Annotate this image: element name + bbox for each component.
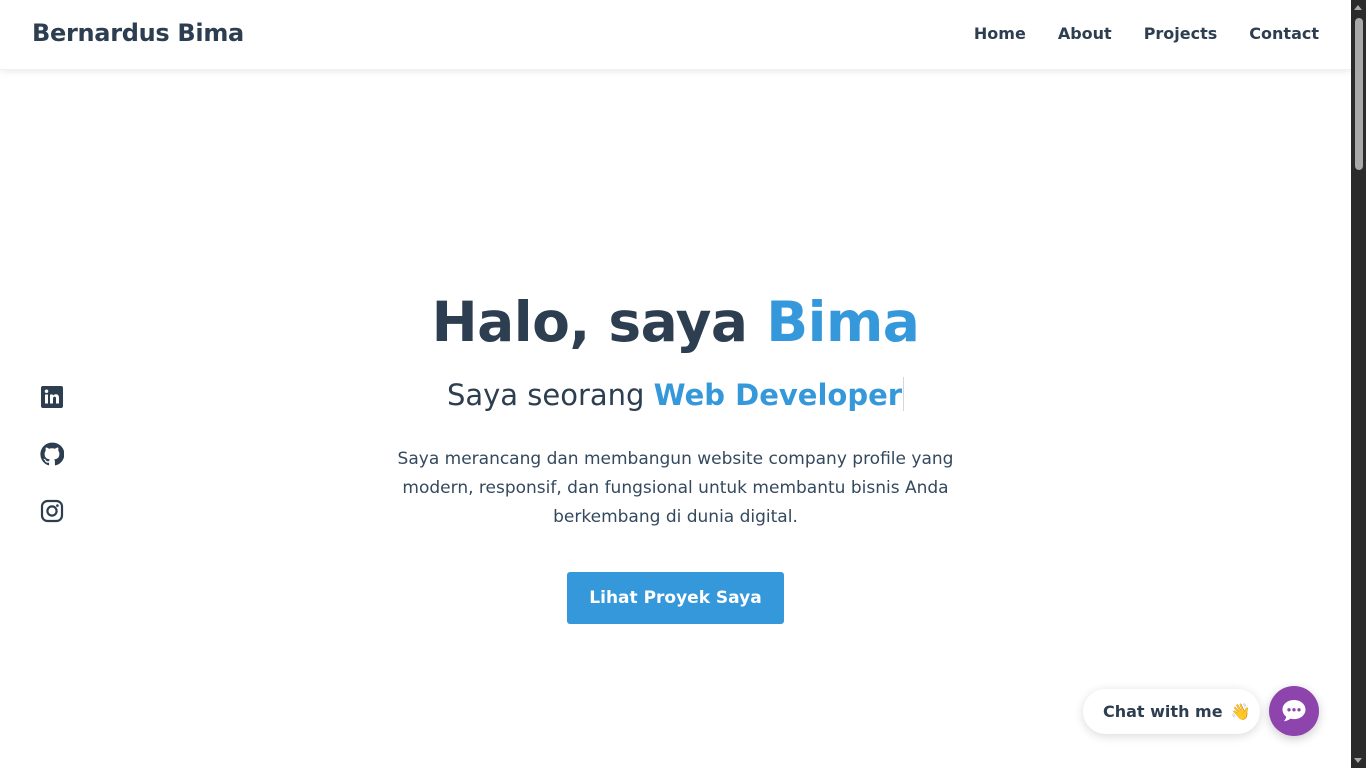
scroll-down-arrow-icon[interactable] xyxy=(1354,758,1362,763)
nav-links: Home About Projects Contact xyxy=(974,24,1319,43)
nav-contact[interactable]: Contact xyxy=(1249,24,1319,43)
brand-logo[interactable]: Bernardus Bima xyxy=(32,19,244,47)
hero-name: Bima xyxy=(766,290,920,354)
typed-role: Web Developer xyxy=(653,378,903,412)
scroll-thumb[interactable] xyxy=(1355,18,1363,170)
hero-description: Saya merancang dan membangun website com… xyxy=(397,449,954,527)
hero-section: Halo, saya Bima Saya seorang Web Develop… xyxy=(0,285,1351,624)
waving-hand-icon: 👋 xyxy=(1230,702,1251,721)
view-projects-button[interactable]: Lihat Proyek Saya xyxy=(567,572,784,624)
scrollbar[interactable] xyxy=(1351,0,1366,768)
nav-home[interactable]: Home xyxy=(974,24,1026,43)
subtitle-prefix: Saya seorang xyxy=(446,378,654,412)
chat-with-me-label[interactable]: Chat with me 👋 xyxy=(1083,689,1260,734)
chat-label: Chat with me xyxy=(1103,702,1223,721)
navbar: Bernardus Bima Home About Projects Conta… xyxy=(0,0,1351,70)
nav-projects[interactable]: Projects xyxy=(1144,24,1218,43)
chat-button[interactable] xyxy=(1269,686,1319,736)
chat-bubble-icon xyxy=(1282,700,1306,722)
hero-title: Halo, saya Bima xyxy=(0,285,1351,359)
page: Bernardus Bima Home About Projects Conta… xyxy=(0,0,1366,768)
typing-cursor xyxy=(903,377,905,411)
hero-greeting: Halo, saya xyxy=(431,290,767,354)
nav-about[interactable]: About xyxy=(1058,24,1112,43)
hero-subtitle: Saya seorang Web Developer xyxy=(0,375,1351,415)
scroll-up-arrow-icon[interactable] xyxy=(1354,5,1362,10)
